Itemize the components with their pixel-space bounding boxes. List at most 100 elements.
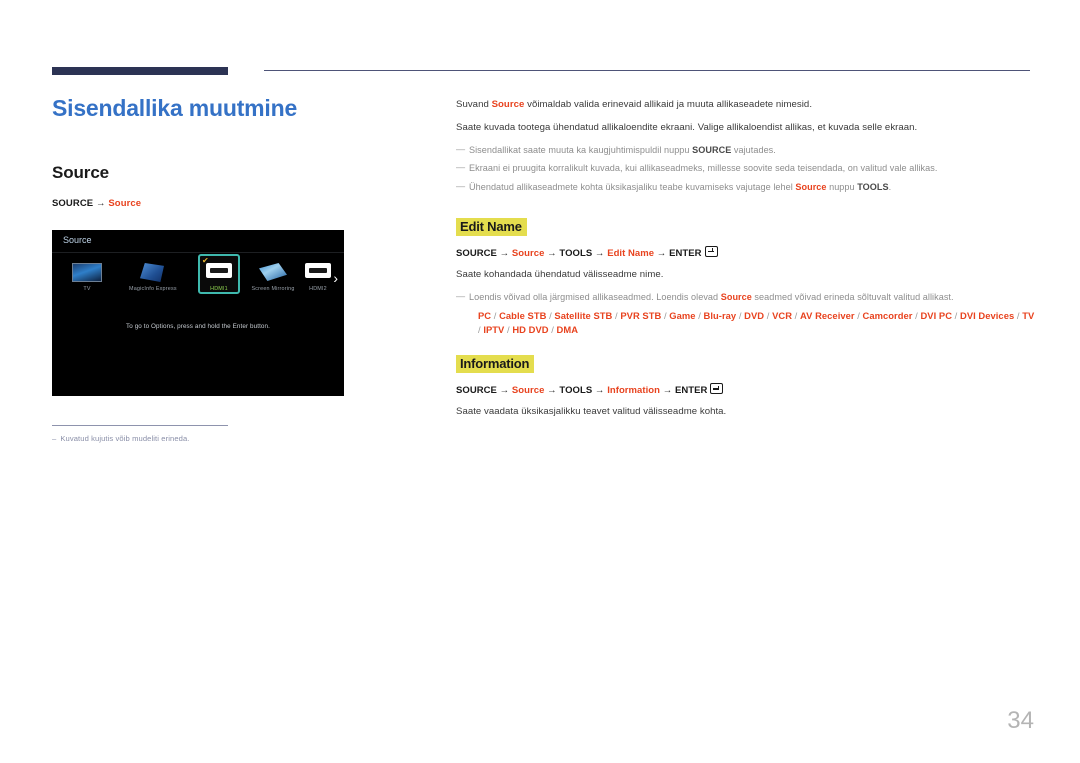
intro-p1-part-a: Suvand	[456, 99, 492, 110]
nav-path-root: SOURCE	[52, 197, 94, 209]
device-separator: /	[792, 310, 800, 322]
source-screen-mockup: Source ✔ TV MagicInfo Express HDMI1 Scre…	[52, 230, 344, 396]
breadcrumb-arrow-icon: →	[499, 247, 510, 259]
header-thin-rule	[264, 70, 1030, 71]
edit-name-note-part-b: seadmed võivad erineda sõltuvalt valitud…	[751, 291, 954, 302]
header-thick-rule	[52, 67, 228, 75]
device-type: Camcorder	[862, 310, 913, 322]
tv-titlebar: Source	[52, 230, 344, 253]
note-2-text: Ekraani ei pruugita korralikult kuvada, …	[469, 163, 938, 174]
footnote-text: Kuvatud kujutis võib mudeliti erineda.	[60, 434, 190, 443]
right-column: Suvand Source võimaldab valida erinevaid…	[456, 98, 1036, 428]
source-item-label: HDMI3	[339, 286, 344, 292]
chevron-right-icon[interactable]: ›	[333, 271, 338, 285]
hdmi-icon	[303, 263, 333, 282]
edit-name-note-accent: Source	[720, 291, 752, 302]
tv-title-label: Source	[63, 235, 92, 245]
device-type: DVI PC	[920, 310, 953, 322]
device-type: PVR STB	[620, 310, 662, 322]
note-item-1: — Sisendallikat saate muuta ka kaugjuhtim…	[456, 144, 1036, 158]
source-item-label: HDMI2	[309, 286, 327, 292]
source-item-hdmi1[interactable]: HDMI1	[196, 259, 242, 292]
page-title: Sisendallika muutmine	[52, 95, 298, 121]
device-separator: /	[491, 310, 500, 322]
intro-p1-part-b: võimaldab valida erinevaid allikaid ja m…	[524, 99, 813, 110]
device-type: DVD	[744, 310, 765, 322]
screen-mirroring-icon	[258, 263, 288, 282]
device-type: Cable STB	[499, 310, 547, 322]
note-dash-icon: —	[456, 290, 466, 301]
note-3-bold: TOOLS	[857, 182, 889, 192]
page-number: 34	[1007, 707, 1034, 734]
note-3-accent: Source	[795, 182, 827, 192]
breadcrumb-arrow-icon: →	[547, 247, 557, 259]
information-body: Saate vaadata üksikasjalikku teavet vali…	[456, 406, 727, 418]
device-type: Satellite STB	[554, 310, 613, 322]
source-item-magicinfo-express[interactable]: MagicInfo Express	[129, 259, 177, 292]
device-type: HD DVD	[512, 324, 549, 336]
device-separator: /	[695, 310, 704, 322]
source-item-tv[interactable]: TV	[64, 259, 110, 292]
breadcrumb-arrow-icon: →	[662, 385, 673, 397]
footnote-rule	[52, 425, 228, 426]
device-type: PC	[478, 310, 492, 322]
breadcrumb-arrow-icon: →	[594, 385, 605, 397]
note-item-3: — Ühendatud allikaseadmete kohta üksikasj…	[456, 181, 1036, 195]
note-3-mid: nuppu	[826, 182, 858, 192]
device-type: AV Receiver	[800, 310, 855, 322]
breadcrumb-source-menu: Source	[511, 247, 545, 259]
breadcrumb-source-button: SOURCE	[456, 385, 497, 397]
note-1-bold: SOURCE	[692, 144, 732, 155]
source-item-label: MagicInfo Express	[129, 286, 177, 292]
footnote: – Kuvatud kujutis võib mudeliti erineda.	[52, 434, 190, 443]
device-type: DMA	[556, 324, 579, 336]
edit-name-note-part-a: Loendis võivad olla järgmised allikasead…	[469, 291, 721, 302]
intro-p1-accent: Source	[491, 99, 525, 110]
note-dash-icon: —	[456, 181, 466, 191]
tv-icon	[72, 263, 102, 282]
device-type: DVI Devices	[960, 310, 1015, 322]
left-column: Sisendallika muutmine Source SOURCE → So…	[52, 95, 412, 209]
hdmi-icon	[204, 263, 234, 282]
nav-path-arrow-icon: →	[96, 197, 106, 209]
source-item-screen-mirroring[interactable]: Screen Mirroring	[250, 259, 296, 292]
intro-paragraph-2: Saate kuvada tootega ühendatud allikaloe…	[456, 121, 918, 133]
note-1-part-b: vajutades.	[731, 144, 776, 155]
breadcrumb-arrow-icon: →	[547, 385, 557, 397]
breadcrumb-arrow-icon: →	[656, 247, 667, 259]
device-separator: /	[764, 310, 773, 322]
source-list-strip: ✔ TV MagicInfo Express HDMI1 Screen Mirr…	[52, 254, 344, 311]
device-separator: /	[736, 310, 745, 322]
device-type-list: PC / Cable STB / Satellite STB / PVR STB…	[456, 309, 1036, 337]
intro-paragraph-1: Suvand Source võimaldab valida erinevaid…	[456, 98, 1036, 113]
nav-path-source: SOURCE → Source	[52, 198, 412, 209]
note-item-2: — Ekraani ei pruugita korralikult kuvada,…	[456, 162, 1036, 176]
breadcrumb-arrow-icon: →	[499, 385, 510, 397]
breadcrumb-source-menu: Source	[511, 385, 545, 397]
breadcrumb-tools: TOOLS	[559, 247, 593, 259]
magicinfo-icon	[137, 263, 167, 282]
breadcrumb-tools: TOOLS	[559, 385, 593, 397]
source-item-label: HDMI1	[210, 286, 228, 292]
breadcrumb-arrow-icon: →	[594, 247, 605, 259]
device-type: IPTV	[483, 324, 505, 336]
breadcrumb-enter: ENTER	[674, 385, 708, 397]
device-type: Game	[669, 310, 696, 322]
device-separator: /	[548, 324, 557, 336]
heading-edit-name: Edit Name	[456, 217, 527, 236]
device-separator: /	[1014, 310, 1023, 322]
breadcrumb-enter: ENTER	[669, 247, 702, 259]
section-heading-source: Source	[52, 162, 110, 182]
device-type: Blu-ray	[703, 310, 737, 322]
edit-name-body: Saate kohandada ühendatud välisseadme ni…	[456, 268, 664, 280]
enter-key-icon	[710, 383, 724, 395]
note-dash-icon: —	[456, 162, 466, 173]
footnote-dash-icon: –	[52, 434, 57, 443]
note-dash-icon: —	[456, 143, 466, 154]
note-1-part-a: Sisendallikat saate muuta ka kaugjuhtimi…	[469, 144, 693, 155]
source-item-label: TV	[83, 286, 91, 292]
device-separator: /	[854, 310, 863, 322]
enter-key-icon	[704, 245, 718, 257]
device-type: TV	[1022, 310, 1035, 322]
source-item-hdmi3[interactable]: HDMI3	[339, 259, 344, 292]
